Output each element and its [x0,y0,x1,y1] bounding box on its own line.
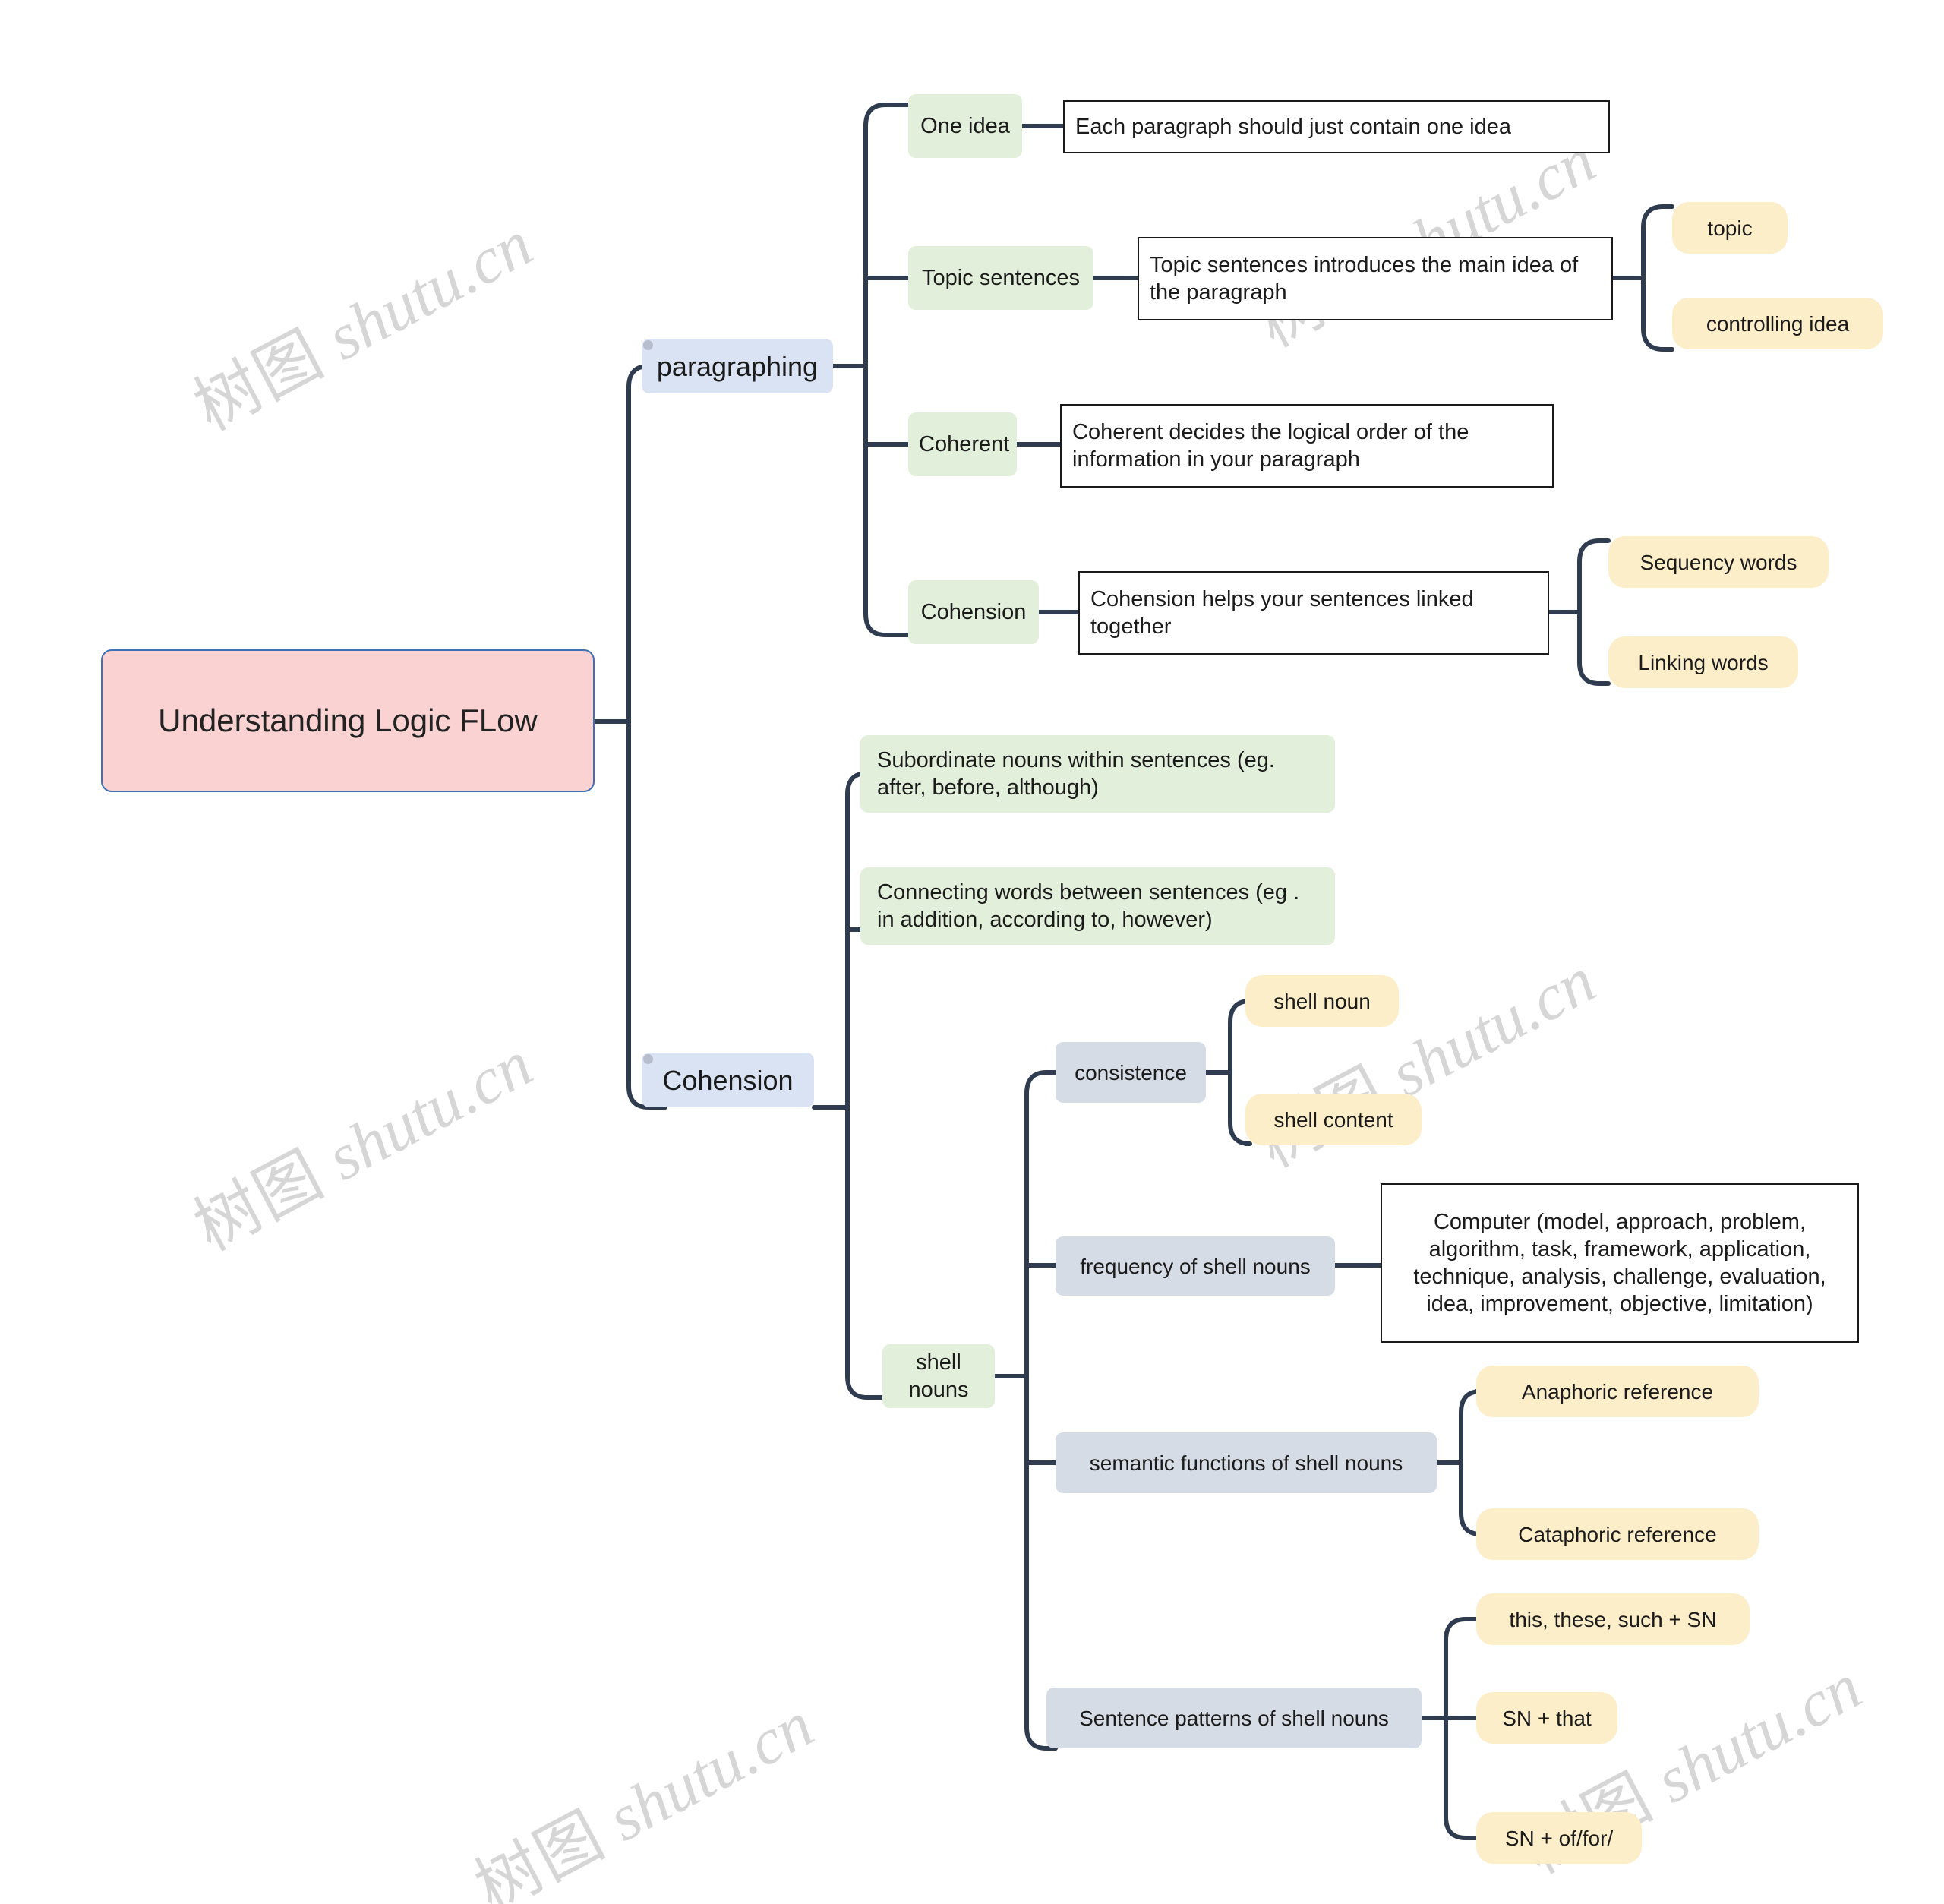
leaf-shell-content[interactable]: shell content [1245,1094,1422,1145]
root-node[interactable]: Understanding Logic FLow [101,649,595,792]
node-frequency-of-shell-nouns-label: frequency of shell nouns [1080,1254,1311,1278]
node-coherent-label: Coherent [919,431,1010,456]
edge-to-this-these-such [1444,1617,1479,1643]
edge-to-sn-of-for [1444,1814,1479,1840]
leaf-sn-that[interactable]: SN + that [1476,1692,1617,1744]
node-sentence-patterns-label: Sentence patterns of shell nouns [1079,1706,1389,1730]
leaf-shell-content-label: shell content [1273,1107,1393,1132]
edge-to-consistence [1024,1070,1058,1096]
node-frequency-detail-text: Computer (model, approach, problem, algo… [1413,1209,1826,1317]
edge-to-controlling-idea [1641,326,1674,352]
leaf-this-these-such[interactable]: this, these, such + SN [1476,1593,1750,1645]
node-topic-sentences-detail-text: Topic sentences introduces the main idea… [1150,252,1579,305]
node-cohension-sub[interactable]: Cohension [908,580,1039,644]
leaf-cataphoric-reference-label: Cataphoric reference [1518,1522,1717,1546]
leaf-shell-noun-label: shell noun [1273,989,1371,1013]
node-consistence-label: consistence [1075,1060,1187,1085]
leaf-sn-of-for[interactable]: SN + of/for/ [1476,1812,1642,1864]
node-frequency-detail[interactable]: Computer (model, approach, problem, algo… [1381,1183,1859,1343]
node-coherent-detail[interactable]: Coherent decides the logical order of th… [1060,404,1554,488]
node-one-idea-detail[interactable]: Each paragraph should just contain one i… [1063,100,1610,153]
leaf-controlling-idea-label: controlling idea [1706,311,1850,336]
node-one-idea[interactable]: One idea [908,94,1022,158]
mindmap-canvas: 树图 shutu.cn 树图 shutu.cn 树图 shutu.cn 树图 s… [0,0,1944,1904]
leaf-controlling-idea[interactable]: controlling idea [1672,298,1883,349]
node-connecting-words[interactable]: Connecting words between sentences (eg .… [860,867,1335,945]
node-one-idea-label: One idea [920,113,1010,138]
node-frequency-of-shell-nouns[interactable]: frequency of shell nouns [1056,1236,1335,1296]
leaf-this-these-such-label: this, these, such + SN [1509,1607,1717,1631]
leaf-sequency-words-label: Sequency words [1639,550,1797,574]
leaf-sn-of-for-label: SN + of/for/ [1504,1826,1614,1850]
node-sentence-patterns[interactable]: Sentence patterns of shell nouns [1046,1688,1422,1748]
node-topic-sentences[interactable]: Topic sentences [908,246,1094,310]
leaf-sequency-words[interactable]: Sequency words [1608,536,1829,588]
leaf-shell-noun[interactable]: shell noun [1245,975,1399,1027]
edge-to-sequency-words [1577,538,1611,564]
edge-to-shell-nouns [845,1374,885,1400]
node-subordinate-nouns[interactable]: Subordinate nouns within sentences (eg. … [860,735,1335,813]
branch-paragraphing-label: paragraphing [656,350,819,382]
leaf-sn-that-label: SN + that [1502,1706,1592,1730]
edge-to-topic [1641,204,1674,230]
edge-to-cohension-sub [863,611,910,637]
edge-to-one-idea [863,103,910,128]
leaf-topic-label: topic [1707,216,1753,240]
node-semantic-functions[interactable]: semantic functions of shell nouns [1056,1432,1437,1493]
node-cohension-sub-detail-text: Cohension helps your sentences linked to… [1090,586,1474,639]
node-topic-sentences-detail[interactable]: Topic sentences introduces the main idea… [1138,237,1613,320]
edge-to-linking-words [1577,660,1611,686]
node-connecting-words-label: Connecting words between sentences (eg .… [877,879,1300,932]
node-cohension-sub-label: Cohension [920,599,1027,624]
node-consistence[interactable]: consistence [1056,1042,1206,1103]
leaf-cataphoric-reference[interactable]: Cataphoric reference [1476,1508,1759,1560]
branch-cohension[interactable]: Cohension [642,1053,814,1107]
node-cohension-sub-detail[interactable]: Cohension helps your sentences linked to… [1078,571,1549,655]
node-coherent[interactable]: Coherent [908,412,1017,476]
leaf-topic[interactable]: topic [1672,202,1788,254]
node-shell-nouns[interactable]: shell nouns [882,1344,995,1408]
node-shell-nouns-label: shell nouns [908,1350,969,1402]
leaf-anaphoric-reference-label: Anaphoric reference [1521,1379,1714,1404]
node-subordinate-nouns-label: Subordinate nouns within sentences (eg. … [877,747,1275,800]
leaf-linking-words[interactable]: Linking words [1608,636,1798,688]
branch-cohension-label: Cohension [662,1064,794,1096]
node-topic-sentences-label: Topic sentences [922,265,1080,290]
node-coherent-detail-text: Coherent decides the logical order of th… [1072,419,1469,472]
node-semantic-functions-label: semantic functions of shell nouns [1089,1451,1403,1475]
root-label: Understanding Logic FLow [158,702,538,738]
leaf-linking-words-label: Linking words [1638,650,1769,674]
node-one-idea-detail-text: Each paragraph should just contain one i… [1075,114,1511,139]
branch-paragraphing[interactable]: paragraphing [642,339,833,393]
leaf-anaphoric-reference[interactable]: Anaphoric reference [1476,1366,1759,1417]
